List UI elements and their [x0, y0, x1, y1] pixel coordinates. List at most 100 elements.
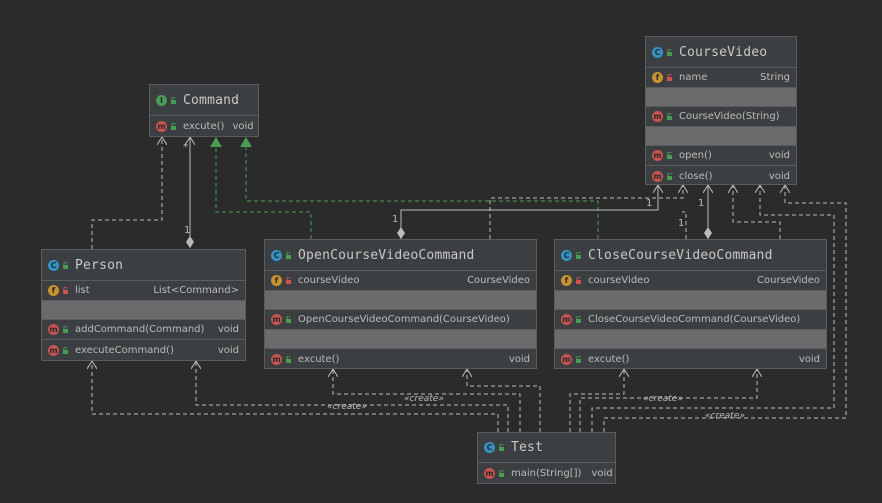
- separator: [42, 301, 245, 320]
- test-method-row[interactable]: m main(String[]) void: [478, 463, 615, 483]
- class-icon: C: [652, 46, 663, 58]
- close-cmd-constructor-row[interactable]: m CloseCourseVideoCommand(CourseVideo): [555, 310, 826, 330]
- method-name: excute(): [298, 353, 340, 365]
- field-icon: f: [652, 72, 663, 83]
- class-node-coursevideo[interactable]: C CourseVideo f name String m CourseVide…: [645, 36, 797, 185]
- private-lock-icon: [667, 74, 672, 81]
- dependency-open-coursevideo: [489, 185, 683, 239]
- public-lock-icon: [576, 316, 581, 323]
- class-node-command[interactable]: I Command m excute() void: [149, 84, 259, 137]
- separator: [265, 291, 536, 310]
- coursevideo-header: C CourseVideo: [646, 37, 796, 68]
- method-name: open(): [679, 150, 712, 161]
- public-lock-icon: [499, 444, 504, 451]
- method-icon: m: [271, 314, 282, 325]
- public-lock-icon: [499, 469, 504, 477]
- method-type: void: [217, 324, 239, 335]
- class-icon: C: [484, 442, 495, 453]
- separator: [265, 330, 536, 349]
- private-lock-icon: [576, 277, 581, 284]
- class-node-close-course-video-command[interactable]: C CloseCourseVideoCommand f courseVideo …: [554, 239, 827, 369]
- close-cmd-field-row[interactable]: f courseVideo CourseVideo: [555, 271, 826, 291]
- create-label-open: «create»: [404, 394, 444, 404]
- multiplicity-coursevideo-one-b: 1: [698, 198, 705, 209]
- private-lock-icon: [286, 277, 291, 284]
- field-icon: f: [271, 275, 282, 286]
- open-cmd-field-row[interactable]: f courseVideo CourseVideo: [265, 271, 536, 291]
- dependency-test-open-2: [467, 369, 541, 432]
- method-type: void: [591, 467, 613, 479]
- method-name: executeCommand(): [75, 344, 174, 356]
- method-icon: m: [484, 467, 495, 479]
- close-cmd-header: C CloseCourseVideoCommand: [555, 240, 826, 271]
- class-node-open-course-video-command[interactable]: C OpenCourseVideoCommand f courseVideo C…: [264, 239, 537, 369]
- close-cmd-method-row[interactable]: m excute() void: [555, 349, 826, 369]
- private-lock-icon: [63, 287, 68, 294]
- separator: [646, 127, 796, 146]
- test-header: C Test: [478, 433, 615, 463]
- open-cmd-method-row[interactable]: m excute() void: [265, 349, 536, 369]
- coursevideo-method-row-open[interactable]: m open() void: [646, 146, 796, 166]
- field-name: name: [679, 72, 708, 83]
- method-icon: m: [652, 150, 663, 161]
- class-node-person[interactable]: C Person f list List<Command> m addComma…: [41, 249, 246, 361]
- public-lock-icon: [63, 346, 68, 354]
- realization-close-command: [240, 137, 599, 239]
- dependency-close-coursevideo: [733, 185, 781, 239]
- command-method-row[interactable]: m excute() void: [150, 116, 258, 136]
- public-lock-icon: [667, 152, 672, 159]
- coursevideo-title: CourseVideo: [679, 44, 768, 60]
- public-lock-icon: [667, 48, 672, 56]
- create-label-person: «create»: [327, 402, 367, 412]
- person-method-row-execute[interactable]: m executeCommand() void: [42, 340, 245, 360]
- method-name: excute(): [588, 353, 630, 365]
- open-cmd-header: C OpenCourseVideoCommand: [265, 240, 536, 271]
- coursevideo-constructor-row[interactable]: m CourseVideo(String): [646, 107, 796, 127]
- test-title: Test: [511, 440, 544, 455]
- class-node-test[interactable]: C Test m main(String[]) void: [477, 432, 616, 484]
- separator: [555, 291, 826, 310]
- field-type: CourseVideo: [467, 275, 530, 286]
- coursevideo-field-row[interactable]: f name String: [646, 68, 796, 88]
- close-cmd-title: CloseCourseVideoCommand: [588, 247, 773, 263]
- field-name: list: [75, 285, 90, 296]
- constructor-name: CloseCourseVideoCommand(CourseVideo): [588, 314, 801, 325]
- field-name: courseVideo: [588, 275, 650, 286]
- method-icon: m: [652, 111, 663, 122]
- public-lock-icon: [576, 251, 581, 259]
- class-icon: C: [48, 259, 59, 271]
- method-icon: m: [561, 314, 572, 325]
- command-header: I Command: [150, 85, 258, 116]
- separator: [555, 330, 826, 349]
- person-method-row-add[interactable]: m addCommand(Command) void: [42, 320, 245, 340]
- open-cmd-constructor-row[interactable]: m OpenCourseVideoCommand(CourseVideo): [265, 310, 536, 330]
- public-lock-icon: [286, 355, 291, 363]
- create-label-coursevideo: «create»: [705, 411, 745, 421]
- open-cmd-title: OpenCourseVideoCommand: [298, 247, 475, 263]
- method-name: main(String[]): [511, 467, 582, 479]
- public-lock-icon: [286, 316, 291, 323]
- interface-icon: I: [156, 94, 167, 106]
- command-title: Command: [183, 92, 240, 108]
- class-icon: C: [271, 249, 282, 261]
- method-name: close(): [679, 170, 713, 182]
- multiplicity-coursevideo-one-a: 1: [646, 198, 653, 209]
- coursevideo-method-row-close[interactable]: m close() void: [646, 166, 796, 186]
- multiplicity-person-command-many: *: [183, 142, 188, 153]
- method-icon: m: [48, 344, 59, 356]
- public-lock-icon: [63, 326, 68, 333]
- field-icon: f: [48, 285, 59, 296]
- constructor-name: CourseVideo(String): [679, 111, 780, 122]
- multiplicity-person-command-one: 1: [184, 225, 191, 236]
- constructor-name: OpenCourseVideoCommand(CourseVideo): [298, 314, 510, 325]
- public-lock-icon: [63, 261, 68, 269]
- method-type: void: [768, 150, 790, 161]
- aggregation-open-coursevideo: [401, 185, 658, 239]
- person-field-row[interactable]: f list List<Command>: [42, 281, 245, 301]
- public-lock-icon: [667, 113, 672, 120]
- field-name: courseVideo: [298, 275, 360, 286]
- method-type: void: [798, 353, 820, 365]
- dependency-person-command: [91, 137, 162, 249]
- field-type: String: [760, 72, 790, 83]
- public-lock-icon: [171, 96, 176, 104]
